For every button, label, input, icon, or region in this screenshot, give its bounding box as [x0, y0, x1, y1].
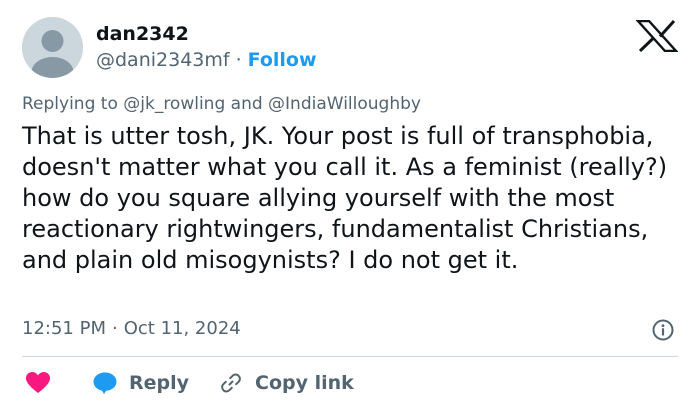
reply-context: Replying to @jk_rowling and @IndiaWillou… — [22, 93, 421, 115]
reply-prefix: Replying to — [22, 94, 118, 114]
author-name[interactable]: dan2342 — [96, 22, 189, 46]
tweet-time: 12:51 PM — [22, 318, 106, 339]
tweet-timestamp[interactable]: 12:51 PM · Oct 11, 2024 — [22, 317, 241, 341]
follow-button[interactable]: Follow — [248, 49, 317, 71]
author-handle[interactable]: @dani2343mf — [96, 49, 230, 71]
copy-link-button[interactable]: Copy link — [219, 371, 354, 395]
tweet-text: That is utter tosh, JK. Your post is ful… — [22, 122, 668, 274]
info-icon[interactable] — [651, 318, 675, 342]
heart-icon[interactable] — [25, 371, 51, 395]
divider — [22, 356, 678, 357]
action-bar: Reply Copy link — [22, 368, 354, 398]
author-handle-row: @dani2343mf · Follow — [96, 48, 317, 72]
link-icon — [221, 373, 241, 393]
tweet-date: Oct 11, 2024 — [123, 318, 241, 339]
default-avatar-icon — [22, 17, 83, 78]
x-logo-icon[interactable] — [636, 20, 678, 52]
mention-link[interactable]: @IndiaWilloughby — [268, 94, 421, 114]
avatar[interactable] — [22, 17, 83, 78]
reply-bubble-icon — [93, 372, 117, 394]
mention-link[interactable]: @jk_rowling — [123, 94, 225, 114]
reply-conjunction: and — [230, 94, 263, 114]
reply-label: Reply — [129, 372, 190, 394]
reply-button[interactable]: Reply — [92, 371, 189, 395]
handle-separator: · — [235, 49, 242, 71]
timestamp-separator: · — [111, 318, 118, 339]
copy-link-label: Copy link — [255, 372, 354, 394]
